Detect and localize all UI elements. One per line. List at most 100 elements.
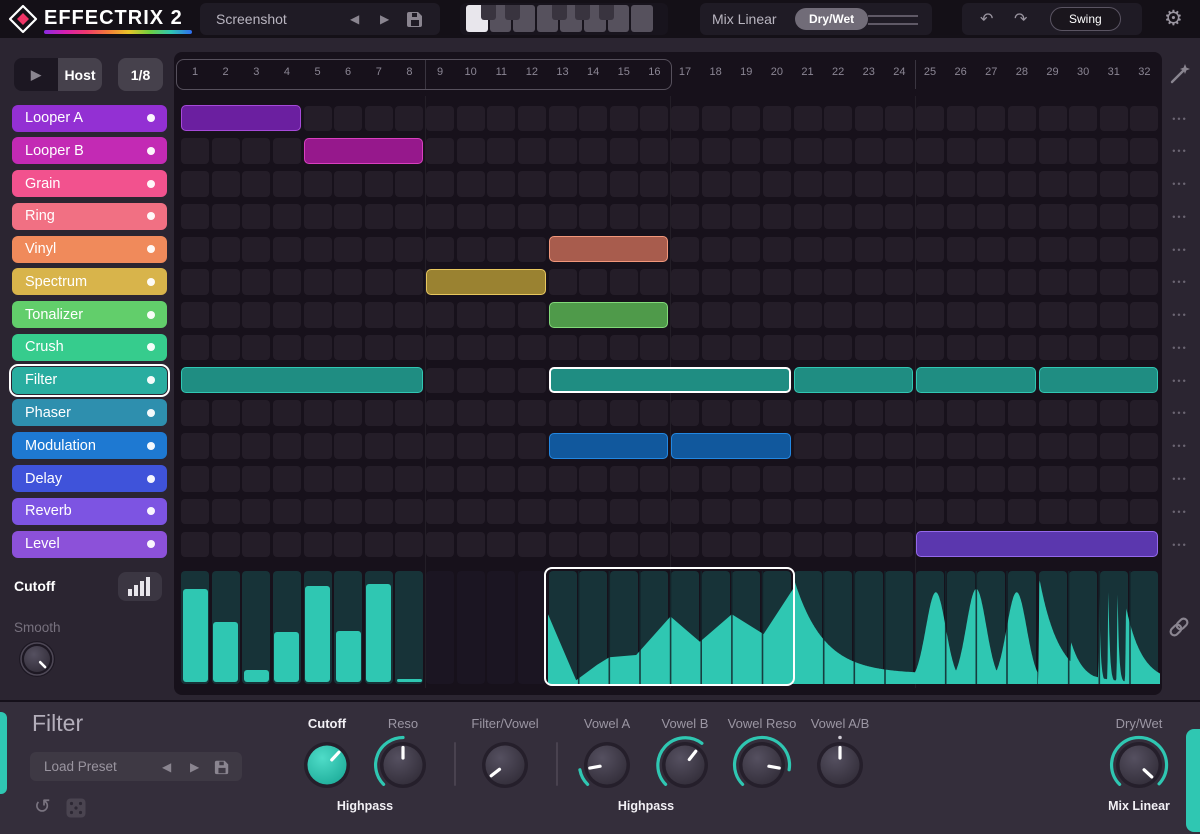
- grid-cell[interactable]: [579, 498, 608, 525]
- grid-cell[interactable]: [426, 302, 455, 328]
- grid-cell[interactable]: [395, 466, 424, 492]
- grid-cell[interactable]: [395, 400, 424, 426]
- grid-cell[interactable]: [946, 466, 975, 492]
- sidebar-item-reverb[interactable]: Reverb: [12, 497, 167, 525]
- grid-cell[interactable]: [548, 498, 577, 525]
- timeline-step-29[interactable]: 29: [1038, 66, 1068, 78]
- knob-filter-vowel[interactable]: [473, 733, 537, 797]
- grid-cell[interactable]: [426, 531, 455, 557]
- grid-cell[interactable]: [885, 400, 914, 426]
- grid-cell[interactable]: [977, 203, 1006, 230]
- grid-cell[interactable]: [824, 466, 853, 492]
- grid-cell[interactable]: [456, 138, 485, 164]
- timeline-step-4[interactable]: 4: [272, 66, 302, 78]
- keyboard-black-key[interactable]: [575, 5, 591, 20]
- grid-cell[interactable]: [977, 498, 1006, 525]
- grid-cell[interactable]: [456, 334, 485, 361]
- grid-cell[interactable]: [579, 531, 608, 557]
- keyboard-black-key[interactable]: [504, 5, 520, 20]
- grid-cell[interactable]: [426, 334, 455, 361]
- grid-cell[interactable]: [364, 236, 393, 263]
- automation-bar[interactable]: [213, 622, 239, 682]
- grid-cell[interactable]: [1130, 334, 1159, 361]
- effect-enable-dot[interactable]: [147, 179, 155, 188]
- grid-cell[interactable]: [701, 466, 730, 492]
- grid-cell[interactable]: [854, 105, 883, 131]
- knob-vowel-b[interactable]: [653, 733, 717, 797]
- grid-cell[interactable]: [211, 236, 240, 263]
- grid-cell[interactable]: [395, 334, 424, 361]
- automation-cell[interactable]: [517, 571, 546, 684]
- grid-cell[interactable]: [517, 302, 546, 328]
- effect-enable-dot[interactable]: [147, 343, 155, 352]
- timeline-step-12[interactable]: 12: [517, 66, 547, 78]
- grid-cell[interactable]: [364, 203, 393, 230]
- grid-cell[interactable]: [609, 334, 638, 361]
- grid-cell[interactable]: [824, 269, 853, 295]
- grid-cell[interactable]: [854, 171, 883, 197]
- mix-mode-button[interactable]: Dry/Wet: [795, 8, 869, 30]
- grid-cell[interactable]: [548, 400, 577, 426]
- timeline-step-17[interactable]: 17: [670, 66, 700, 78]
- grid-cell[interactable]: [916, 203, 945, 230]
- grid-cell[interactable]: [242, 498, 271, 525]
- grid-cell[interactable]: [1038, 236, 1067, 263]
- effect-enable-dot[interactable]: [147, 310, 155, 319]
- grid-cell[interactable]: [1130, 269, 1159, 295]
- load-preset-bar[interactable]: Load Preset ◀ ▶: [30, 752, 242, 781]
- grid-cell[interactable]: [242, 138, 271, 164]
- grid-cell[interactable]: [977, 302, 1006, 328]
- row-menu-dots[interactable]: •••: [1164, 310, 1196, 320]
- grid-cell[interactable]: [793, 105, 822, 131]
- grid-cell[interactable]: [1007, 334, 1036, 361]
- automation-cell[interactable]: [426, 571, 455, 684]
- grid-cell[interactable]: [1007, 302, 1036, 328]
- timeline-step-23[interactable]: 23: [854, 66, 884, 78]
- grid-cell[interactable]: [1038, 269, 1067, 295]
- grid-cell[interactable]: [1099, 302, 1128, 328]
- timeline-step-26[interactable]: 26: [946, 66, 976, 78]
- grid-cell[interactable]: [426, 171, 455, 197]
- grid-cell[interactable]: [1038, 334, 1067, 361]
- automation-cell[interactable]: [456, 571, 485, 684]
- grid-cell[interactable]: [701, 236, 730, 263]
- grid-cell[interactable]: [426, 138, 455, 164]
- grid-cell[interactable]: [762, 138, 791, 164]
- grid-cell[interactable]: [916, 302, 945, 328]
- grid-cell[interactable]: [395, 302, 424, 328]
- grid-cell[interactable]: [181, 171, 210, 197]
- grid-cell[interactable]: [885, 105, 914, 131]
- grid-cell[interactable]: [916, 269, 945, 295]
- grid-cell[interactable]: [1007, 498, 1036, 525]
- grid-cell[interactable]: [1069, 433, 1098, 459]
- grid-cell[interactable]: [609, 171, 638, 197]
- grid-cell[interactable]: [977, 105, 1006, 131]
- pattern-block-filter[interactable]: [1038, 367, 1158, 394]
- timeline-step-7[interactable]: 7: [364, 66, 394, 78]
- grid-cell[interactable]: [701, 171, 730, 197]
- row-menu-dots[interactable]: •••: [1164, 474, 1196, 484]
- grid-cell[interactable]: [517, 171, 546, 197]
- grid-cell[interactable]: [242, 433, 271, 459]
- grid-cell[interactable]: [334, 400, 363, 426]
- timeline-step-24[interactable]: 24: [884, 66, 914, 78]
- pattern-block-looper-b[interactable]: [303, 137, 423, 164]
- timeline-step-31[interactable]: 31: [1099, 66, 1129, 78]
- grid-cell[interactable]: [640, 269, 669, 295]
- sidebar-item-tonalizer[interactable]: Tonalizer: [12, 301, 167, 329]
- grid-cell[interactable]: [1038, 302, 1067, 328]
- grid-cell[interactable]: [916, 138, 945, 164]
- grid-cell[interactable]: [885, 531, 914, 557]
- grid-cell[interactable]: [579, 105, 608, 131]
- grid-cell[interactable]: [1130, 105, 1159, 131]
- grid-cell[interactable]: [579, 203, 608, 230]
- automation-shape[interactable]: [1037, 571, 1161, 684]
- row-menu-dots[interactable]: •••: [1164, 277, 1196, 287]
- fx-preset-prev-button[interactable]: ◀: [162, 760, 171, 774]
- grid-cell[interactable]: [885, 269, 914, 295]
- grid-cell[interactable]: [548, 171, 577, 197]
- grid-cell[interactable]: [885, 498, 914, 525]
- grid-cell[interactable]: [334, 236, 363, 263]
- keyboard-white-key[interactable]: [631, 5, 653, 32]
- grid-cell[interactable]: [548, 531, 577, 557]
